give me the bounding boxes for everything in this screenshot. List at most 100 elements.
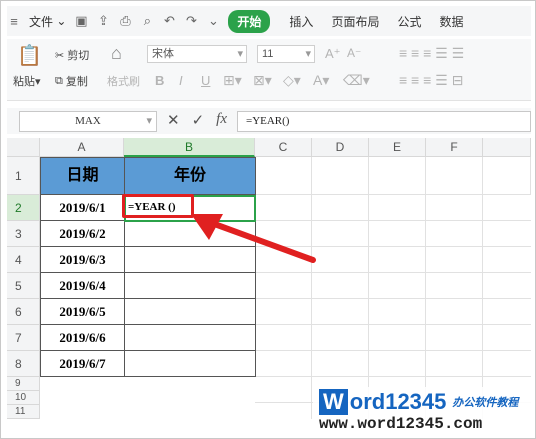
row-header-1[interactable]: 1	[7, 157, 40, 195]
font-color-icon[interactable]: A▾	[313, 72, 329, 89]
more-icon[interactable]: ⌄	[206, 13, 220, 28]
file-menu[interactable]: 文件 ⌄	[29, 13, 66, 30]
cell-a2[interactable]: 2019/6/1	[40, 195, 125, 221]
file-menu-label: 文件	[29, 14, 54, 29]
save-icon[interactable]: ▣	[74, 13, 88, 28]
export-icon[interactable]: ⇪	[96, 13, 110, 28]
grid-cell[interactable]	[369, 157, 426, 195]
formula-bar: MAX ▾ ✕ ✓ fx =YEAR()	[7, 108, 531, 134]
tab-page-layout[interactable]: 页面布局	[322, 13, 388, 30]
column-header-g[interactable]	[483, 138, 531, 157]
print-preview-icon[interactable]: ⌕	[140, 13, 154, 28]
fx-icon[interactable]: fx	[216, 111, 227, 129]
underline-button[interactable]: U	[201, 73, 210, 88]
scissors-icon: ✂	[55, 49, 68, 62]
copy-label: 复制	[65, 76, 88, 88]
row-header-8[interactable]: 8	[7, 351, 40, 377]
copy-button[interactable]: ⧉ 复制	[55, 73, 88, 89]
copy-icon: ⧉	[55, 74, 66, 87]
chevron-down-icon: ▾	[305, 48, 311, 60]
clear-format-icon[interactable]: ⌫▾	[343, 72, 370, 89]
column-header-f[interactable]: F	[426, 138, 483, 157]
fill-color-icon[interactable]: ◇▾	[283, 72, 301, 89]
name-box[interactable]: MAX ▾	[19, 111, 157, 132]
italic-button[interactable]: I	[179, 73, 183, 88]
watermark-brand: ord12345	[349, 389, 447, 414]
row-header-5[interactable]: 5	[7, 273, 40, 299]
row-header-11[interactable]: 11	[7, 405, 40, 419]
column-header-c[interactable]: C	[255, 138, 312, 157]
row-header-2[interactable]: 2	[7, 195, 40, 221]
watermark-tagline: 办公软件教程	[452, 397, 519, 409]
undo-icon[interactable]: ↶	[162, 13, 176, 28]
shrink-font-icon[interactable]: A⁻	[347, 46, 361, 60]
column-header-d[interactable]: D	[312, 138, 369, 157]
align-middle-icon[interactable]: ≡ ≡ ≡ ☰ ⊟	[399, 72, 463, 89]
font-name-value: 宋体	[152, 48, 174, 60]
cell-a7[interactable]: 2019/6/6	[40, 325, 125, 351]
select-all-corner[interactable]	[7, 138, 40, 157]
font-size-select[interactable]: 11 ▾	[257, 45, 315, 63]
watermark-logo: W ord12345 办公软件教程	[319, 389, 518, 415]
row-header-6[interactable]: 6	[7, 299, 40, 325]
hamburger-menu-icon[interactable]: ≡	[7, 14, 21, 29]
red-arrow-icon	[191, 214, 316, 263]
formula-input[interactable]: =YEAR()	[237, 111, 531, 132]
cell-b5[interactable]	[124, 273, 256, 299]
menu-bar: ≡ 文件 ⌄ ▣ ⇪ ⎙ ⌕ ↶ ↷ ⌄ 开始 插入 页面布局 公式 数据	[7, 6, 531, 36]
name-box-value: MAX	[75, 115, 101, 127]
column-header-b[interactable]: B	[124, 138, 255, 157]
cut-label: 剪切	[67, 50, 90, 62]
cancel-icon[interactable]: ✕	[167, 111, 180, 129]
format-painter-icon[interactable]: ⌂	[111, 43, 122, 64]
redo-icon[interactable]: ↷	[184, 13, 198, 28]
tab-formulas[interactable]: 公式	[388, 13, 430, 30]
print-icon[interactable]: ⎙	[118, 13, 132, 28]
grid-cell[interactable]	[426, 157, 483, 195]
row-header-4[interactable]: 4	[7, 247, 40, 273]
cell-b6[interactable]	[124, 299, 256, 325]
watermark-url: www.word12345.com	[319, 415, 483, 433]
cell-a4[interactable]: 2019/6/3	[40, 247, 125, 273]
watermark: W ord12345 办公软件教程 www.word12345.com	[313, 387, 535, 438]
grid-cell[interactable]	[312, 157, 369, 195]
row-header-3[interactable]: 3	[7, 221, 40, 247]
row-header-9[interactable]: 9	[7, 377, 40, 391]
merge-icon[interactable]: ⊠▾	[253, 72, 272, 89]
cut-button[interactable]: ✂ 剪切	[55, 47, 89, 63]
tab-insert[interactable]: 插入	[280, 13, 322, 30]
bold-button[interactable]: B	[155, 73, 164, 88]
app-window: ≡ 文件 ⌄ ▣ ⇪ ⎙ ⌕ ↶ ↷ ⌄ 开始 插入 页面布局 公式 数据 📋 …	[0, 0, 536, 439]
cell-a1[interactable]: 日期	[40, 157, 125, 195]
tab-home[interactable]: 开始	[228, 9, 271, 33]
font-size-value: 11	[262, 48, 274, 60]
border-icon[interactable]: ⊞▾	[223, 72, 242, 89]
chevron-down-icon: ▾	[146, 115, 152, 127]
align-top-icon[interactable]: ≡ ≡ ≡ ☰ ☰	[399, 45, 464, 62]
font-name-select[interactable]: 宋体 ▾	[147, 45, 247, 63]
paste-icon[interactable]: 📋	[17, 43, 42, 68]
format-painter-label[interactable]: 格式刷	[107, 73, 140, 89]
paste-button[interactable]: 粘贴 ▾	[13, 73, 41, 89]
grow-font-icon[interactable]: A⁺	[325, 46, 341, 62]
row-header-7[interactable]: 7	[7, 325, 40, 351]
row-header-10[interactable]: 10	[7, 391, 40, 405]
grid-cell[interactable]	[255, 157, 312, 195]
cell-a3[interactable]: 2019/6/2	[40, 221, 125, 247]
paste-label: 粘贴	[13, 76, 35, 88]
tab-data[interactable]: 数据	[430, 13, 472, 30]
cell-a6[interactable]: 2019/6/5	[40, 299, 125, 325]
ribbon: 📋 粘贴 ▾ ✂ 剪切 ⧉ 复制 ⌂ 格式刷 宋体 ▾ 11 ▾ A⁺ A⁻ ≡ ≡ …	[7, 39, 531, 101]
column-header-e[interactable]: E	[369, 138, 426, 157]
cell-b1[interactable]: 年份	[124, 157, 256, 195]
cell-b7[interactable]	[124, 325, 256, 351]
grid-cell[interactable]	[483, 157, 531, 195]
formula-actions: ✕ ✓ fx	[167, 111, 227, 129]
cell-a8[interactable]: 2019/6/7	[40, 351, 125, 377]
cell-a5[interactable]: 2019/6/4	[40, 273, 125, 299]
confirm-icon[interactable]: ✓	[192, 111, 205, 129]
highlight-box	[122, 194, 194, 218]
cell-b8[interactable]	[124, 351, 256, 377]
column-header-a[interactable]: A	[40, 138, 124, 157]
watermark-initial: W	[319, 389, 348, 415]
